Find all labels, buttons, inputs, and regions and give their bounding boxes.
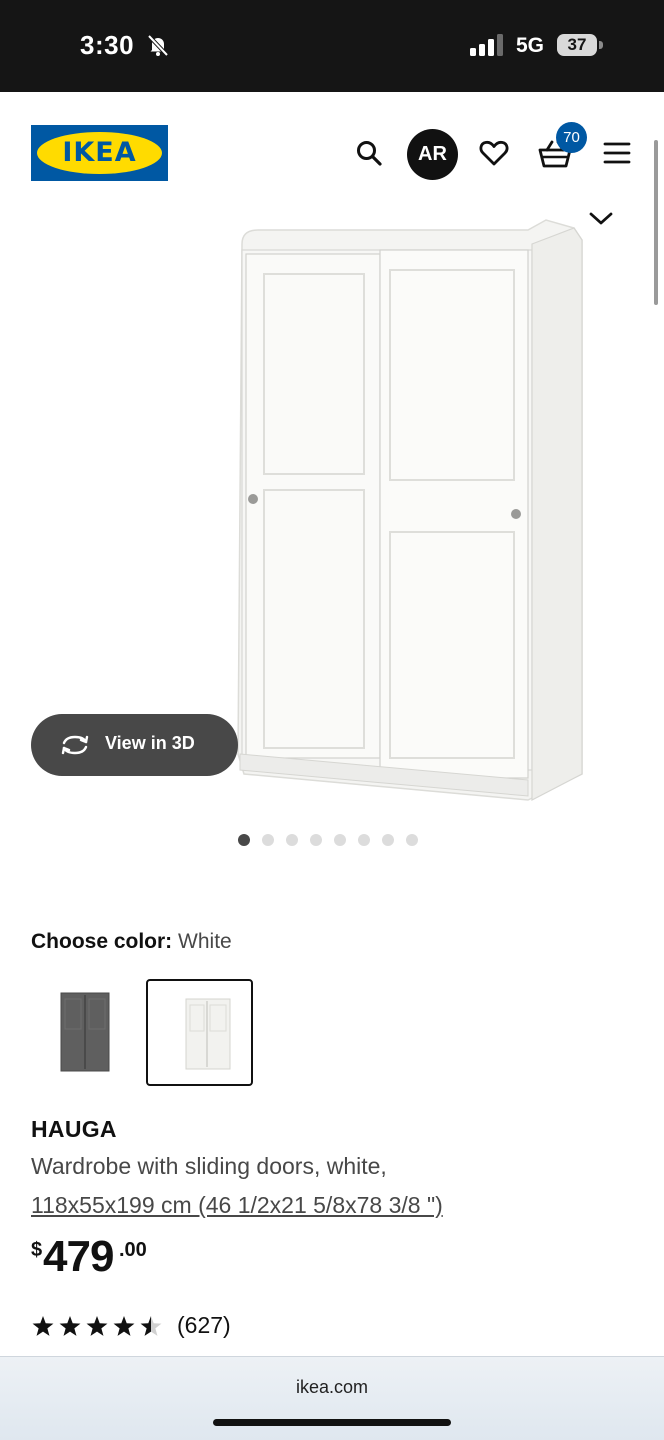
price-decimal: .00 xyxy=(119,1239,147,1261)
ikea-logo[interactable]: IKEA xyxy=(31,125,168,181)
color-swatch-dark-gray[interactable] xyxy=(31,979,138,1086)
site-header: IKEA AR 70 xyxy=(0,92,664,202)
network-label: 5G xyxy=(516,34,545,57)
star-rating-icon xyxy=(32,1316,162,1336)
status-time: 3:30 xyxy=(80,30,135,60)
carousel-dot[interactable] xyxy=(406,834,418,846)
carousel-dot[interactable] xyxy=(238,834,250,846)
rating-star xyxy=(59,1316,81,1336)
carousel-dot[interactable] xyxy=(286,834,298,846)
product-name[interactable]: HAUGA xyxy=(31,1116,117,1143)
home-indicator xyxy=(213,1419,451,1426)
color-swatch-white[interactable] xyxy=(146,979,253,1086)
rating-count: (627) xyxy=(177,1312,231,1338)
white-wardrobe-thumbnail xyxy=(185,998,231,1070)
product-image[interactable] xyxy=(228,214,592,806)
menu-icon[interactable] xyxy=(603,141,631,165)
rating-star xyxy=(86,1316,108,1336)
rating-star xyxy=(32,1316,54,1336)
status-bar: 3:30 5G 37 xyxy=(0,0,664,92)
browser-url[interactable]: ikea.com xyxy=(0,1377,664,1398)
battery-cap xyxy=(599,41,603,49)
logo-text: IKEA xyxy=(62,137,137,168)
heart-icon[interactable] xyxy=(479,139,509,167)
browser-address-bar[interactable]: ikea.com xyxy=(0,1356,664,1440)
ar-button[interactable]: AR xyxy=(407,129,458,180)
rating-star xyxy=(140,1316,162,1336)
carousel-dot[interactable] xyxy=(310,834,322,846)
carousel-dot[interactable] xyxy=(382,834,394,846)
color-label: Choose color: xyxy=(31,930,173,953)
image-carousel-dots xyxy=(238,834,418,848)
price-currency: $ xyxy=(31,1239,43,1261)
dark-gray-wardrobe-thumbnail xyxy=(60,992,110,1072)
bell-slash-icon xyxy=(147,34,169,57)
price-integer: 479 xyxy=(43,1232,114,1281)
scrollbar[interactable] xyxy=(654,140,658,305)
carousel-dot[interactable] xyxy=(262,834,274,846)
rating-star xyxy=(113,1316,135,1336)
product-dimensions-link[interactable]: 118x55x199 cm (46 1/2x21 5/8x78 3/8 ") xyxy=(31,1192,443,1219)
view-in-3d-label: View in 3D xyxy=(105,733,195,753)
carousel-dot[interactable] xyxy=(334,834,346,846)
view-in-3d-button[interactable]: View in 3D xyxy=(31,714,238,776)
rotate-3d-icon xyxy=(61,735,89,755)
battery-icon: 37 xyxy=(557,34,597,56)
cart-count-badge: 70 xyxy=(556,122,587,153)
product-description: Wardrobe with sliding doors, white, xyxy=(31,1153,387,1179)
selected-color: White xyxy=(178,930,232,953)
signal-icon xyxy=(470,34,503,56)
search-icon[interactable] xyxy=(355,139,383,167)
carousel-dot[interactable] xyxy=(358,834,370,846)
color-heading: Choose color: White xyxy=(31,930,232,954)
